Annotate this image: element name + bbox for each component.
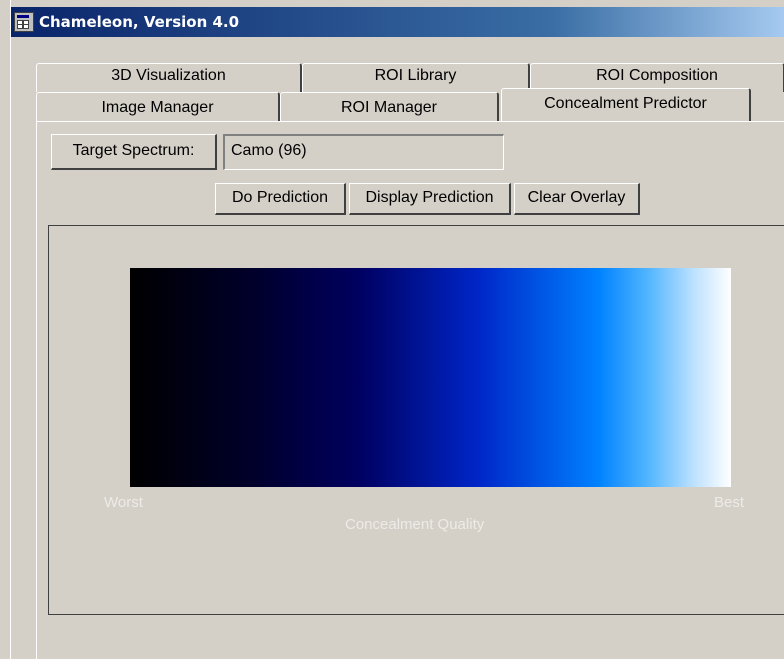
target-spectrum-field[interactable]: Camo (96) — [223, 134, 504, 170]
tab-label: 3D Visualization — [111, 67, 226, 84]
window-title: Chameleon, Version 4.0 — [39, 13, 240, 31]
tab-image-manager[interactable]: Image Manager — [36, 92, 280, 122]
tab-label: ROI Composition — [596, 67, 718, 84]
tab-label: Image Manager — [101, 99, 214, 116]
display-prediction-button[interactable]: Display Prediction — [349, 183, 511, 215]
button-label: Target Spectrum: — [72, 142, 195, 159]
button-label: Clear Overlay — [527, 189, 626, 206]
concealment-color-scale — [130, 268, 731, 487]
scale-min-label: Worst — [104, 494, 143, 511]
scale-axis-label: Concealment Quality — [345, 516, 485, 533]
tab-label: ROI Library — [374, 67, 457, 84]
main-window: Chameleon, Version 4.0 3D Visualization … — [10, 0, 784, 659]
target-spectrum-button[interactable]: Target Spectrum: — [51, 134, 217, 170]
prediction-display-area[interactable]: Worst Best Concealment Quality — [48, 225, 784, 615]
tab-roi-manager[interactable]: ROI Manager — [280, 92, 499, 122]
button-label: Display Prediction — [365, 189, 494, 206]
tab-label: Concealment Predictor — [544, 95, 707, 112]
app-window-icon[interactable] — [14, 12, 34, 32]
scale-max-label: Best — [714, 494, 745, 511]
tab-concealment-predictor[interactable]: Concealment Predictor — [501, 88, 751, 122]
tab-label: ROI Manager — [340, 99, 438, 116]
button-label: Do Prediction — [231, 189, 329, 206]
title-bar[interactable]: Chameleon, Version 4.0 — [11, 7, 784, 37]
tab-3d-visualization[interactable]: 3D Visualization — [36, 63, 302, 92]
tab-roi-library[interactable]: ROI Library — [302, 63, 530, 92]
do-prediction-button[interactable]: Do Prediction — [215, 183, 346, 215]
target-spectrum-value: Camo (96) — [231, 142, 307, 159]
clear-overlay-button[interactable]: Clear Overlay — [514, 183, 640, 215]
